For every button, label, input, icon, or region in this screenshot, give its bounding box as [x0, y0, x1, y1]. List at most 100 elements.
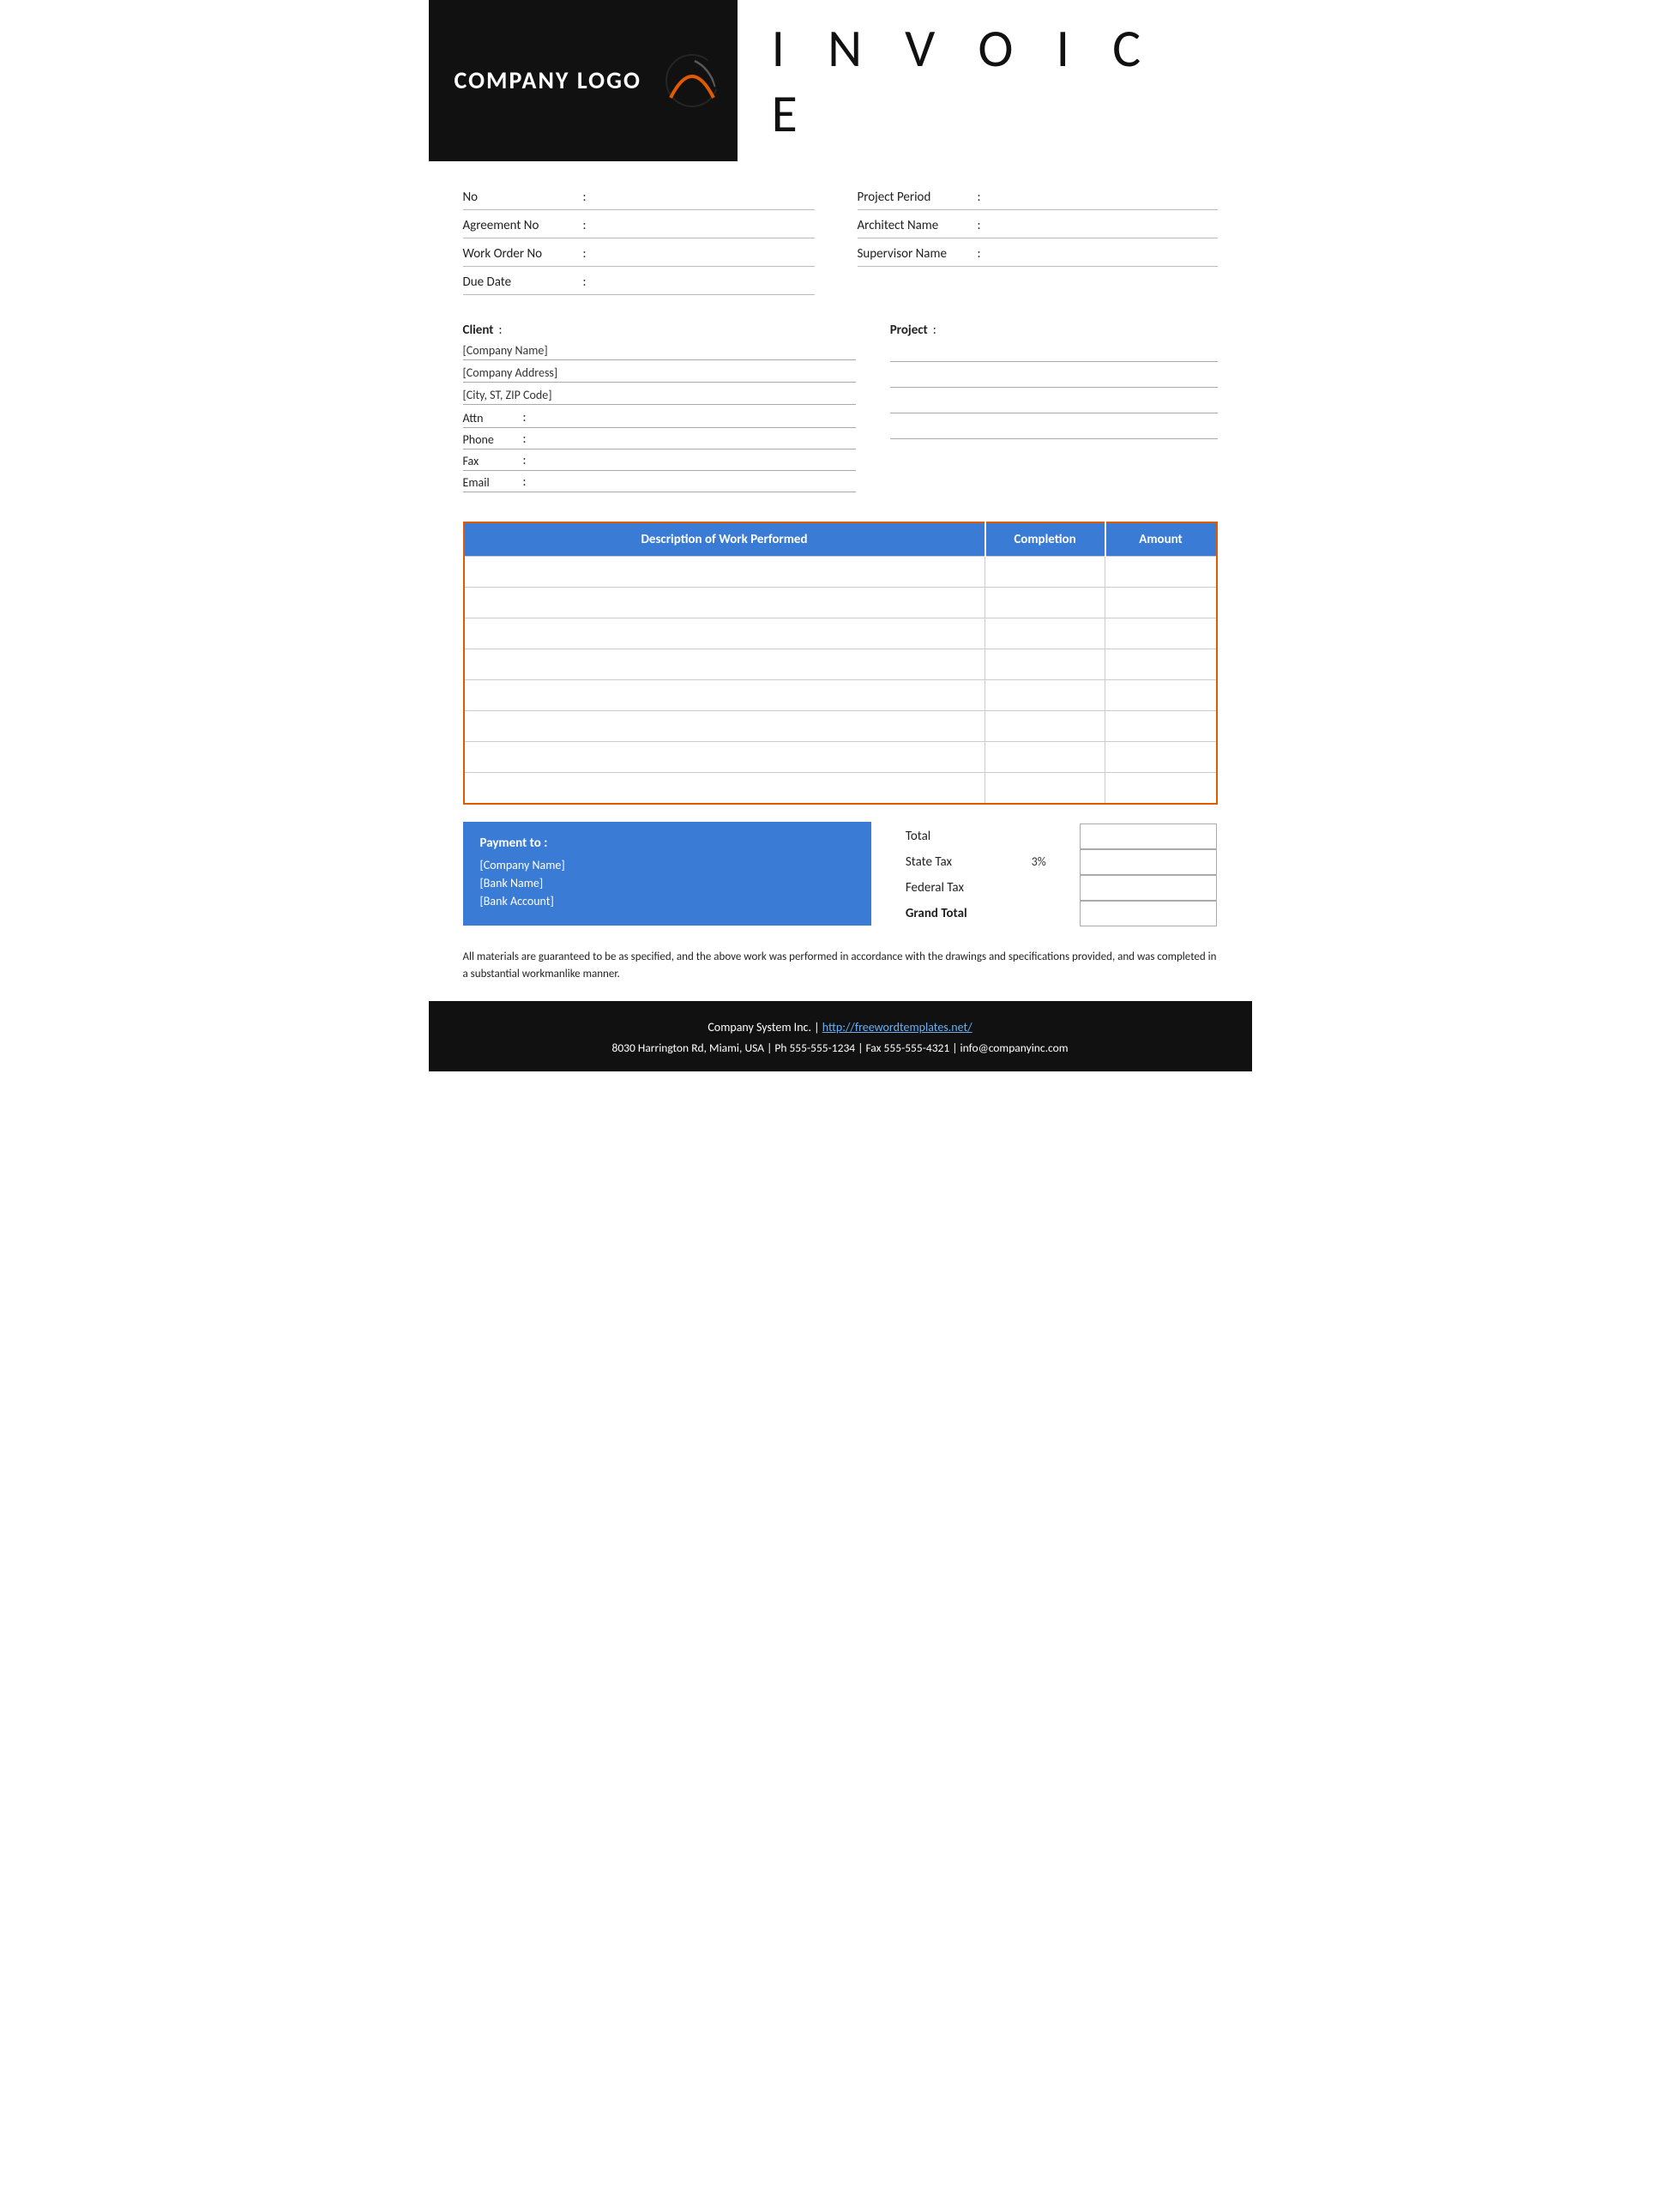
- table-row-1: [464, 588, 1217, 618]
- table-row-3: [464, 649, 1217, 680]
- table-row-6: [464, 742, 1217, 773]
- info-left-row-3: Due Date :: [463, 270, 815, 295]
- total-label-2: Federal Tax: [906, 880, 1009, 896]
- project-label: Project: [890, 323, 928, 338]
- info-right-col: Project Period : Architect Name : Superv…: [840, 185, 1218, 299]
- table-header-row: Description of Work Performed Completion…: [464, 522, 1217, 557]
- note-section: All materials are guaranteed to be as sp…: [429, 935, 1252, 1002]
- company-logo-text: COMPANY LOGO: [455, 69, 641, 93]
- total-row-2: Federal Tax: [906, 875, 1218, 901]
- cell-description-3: [464, 649, 985, 680]
- cell-description-1: [464, 588, 985, 618]
- info-left-col: No : Agreement No : Work Order No : Due …: [463, 185, 840, 299]
- cell-completion-5: [985, 711, 1105, 742]
- info-left-colon-1: :: [583, 218, 587, 233]
- cell-amount-2: [1105, 618, 1217, 649]
- table-row-5: [464, 711, 1217, 742]
- cell-completion-6: [985, 742, 1105, 773]
- client-field-0: Attn :: [463, 410, 856, 428]
- client-field-label-0: Attn: [463, 411, 523, 425]
- client-project-section: Client : [Company Name] [Company Address…: [429, 307, 1252, 504]
- total-row-1: State Tax 3%: [906, 849, 1218, 875]
- table-row-2: [464, 618, 1217, 649]
- footer-line1: Company System Inc. | http://freewordtem…: [446, 1017, 1235, 1038]
- project-line-3: [890, 420, 1218, 439]
- invoice-title: I N V O I C E: [772, 15, 1218, 146]
- project-line-0: [890, 343, 1218, 362]
- info-left-label-0: No: [463, 190, 583, 205]
- footer-link[interactable]: http://freewordtemplates.net/: [822, 1020, 972, 1035]
- cell-description-5: [464, 711, 985, 742]
- table-row-4: [464, 680, 1217, 711]
- project-colon: :: [933, 323, 936, 338]
- client-city-state-zip: [City, ST, ZIP Code]: [463, 388, 856, 405]
- total-row-0: Total: [906, 824, 1218, 849]
- project-line-1: [890, 369, 1218, 388]
- info-right-colon-1: :: [978, 218, 981, 233]
- client-field-2: Fax :: [463, 453, 856, 471]
- client-field-colon-1: :: [523, 431, 527, 447]
- table-row-0: [464, 557, 1217, 588]
- table-row-7: [464, 773, 1217, 804]
- client-field-colon-3: :: [523, 474, 527, 490]
- cell-description-4: [464, 680, 985, 711]
- client-block: Client : [Company Name] [Company Address…: [463, 323, 856, 496]
- client-label: Client: [463, 323, 494, 338]
- info-right-row-0: Project Period :: [858, 185, 1218, 210]
- info-left-colon-0: :: [583, 190, 587, 205]
- info-right-label-2: Supervisor Name: [858, 246, 978, 262]
- payment-totals-section: Payment to : [Company Name] [Bank Name] …: [429, 805, 1252, 935]
- client-field-3: Email :: [463, 474, 856, 492]
- cell-amount-1: [1105, 588, 1217, 618]
- info-right-colon-0: :: [978, 190, 981, 205]
- client-field-colon-0: :: [523, 410, 527, 425]
- footer-company-text: Company System Inc. |: [708, 1020, 822, 1035]
- client-field-label-1: Phone: [463, 432, 523, 447]
- work-table-section: Description of Work Performed Completion…: [429, 504, 1252, 805]
- info-left-row-1: Agreement No :: [463, 214, 815, 238]
- total-box-2: [1080, 875, 1217, 901]
- info-left-row-2: Work Order No :: [463, 242, 815, 267]
- cell-amount-0: [1105, 557, 1217, 588]
- total-label-0: Total: [906, 829, 1009, 844]
- info-section: No : Agreement No : Work Order No : Due …: [429, 161, 1252, 307]
- client-field-label-2: Fax: [463, 454, 523, 468]
- total-pct-1: 3%: [1032, 854, 1057, 869]
- info-left-label-2: Work Order No: [463, 246, 583, 262]
- total-box-3: [1080, 901, 1217, 926]
- client-field-label-3: Email: [463, 475, 523, 490]
- client-header: Client :: [463, 323, 856, 338]
- cell-completion-0: [985, 557, 1105, 588]
- logo-arc-icon: [662, 51, 722, 111]
- info-right-label-1: Architect Name: [858, 218, 978, 233]
- cell-completion-1: [985, 588, 1105, 618]
- payment-company: [Company Name]: [480, 858, 854, 872]
- cell-description-7: [464, 773, 985, 804]
- project-line-2: [890, 395, 1218, 413]
- project-block: Project :: [890, 323, 1218, 496]
- payment-bank: [Bank Name]: [480, 876, 854, 890]
- client-field-1: Phone :: [463, 431, 856, 449]
- cell-amount-6: [1105, 742, 1217, 773]
- totals-block: Total State Tax 3% Federal Tax Grand Tot…: [906, 822, 1218, 926]
- info-left-colon-2: :: [583, 246, 587, 262]
- info-right-row-2: Supervisor Name :: [858, 242, 1218, 267]
- info-left-label-1: Agreement No: [463, 218, 583, 233]
- info-grid: No : Agreement No : Work Order No : Due …: [463, 185, 1218, 299]
- info-left-row-0: No :: [463, 185, 815, 210]
- total-box-1: [1080, 849, 1217, 875]
- payment-title: Payment to :: [480, 836, 854, 851]
- client-colon: :: [498, 323, 502, 338]
- cell-amount-4: [1105, 680, 1217, 711]
- total-row-3: Grand Total: [906, 901, 1218, 926]
- col-amount: Amount: [1105, 522, 1217, 557]
- cell-description-0: [464, 557, 985, 588]
- info-right-row-1: Architect Name :: [858, 214, 1218, 238]
- header: COMPANY LOGO I N V O I C E: [429, 0, 1252, 161]
- total-box-0: [1080, 824, 1217, 849]
- total-label-1: State Tax: [906, 854, 1009, 870]
- client-company-address: [Company Address]: [463, 365, 856, 383]
- cell-description-2: [464, 618, 985, 649]
- logo-section: COMPANY LOGO: [429, 0, 738, 161]
- note-text: All materials are guaranteed to be as sp…: [463, 950, 1217, 981]
